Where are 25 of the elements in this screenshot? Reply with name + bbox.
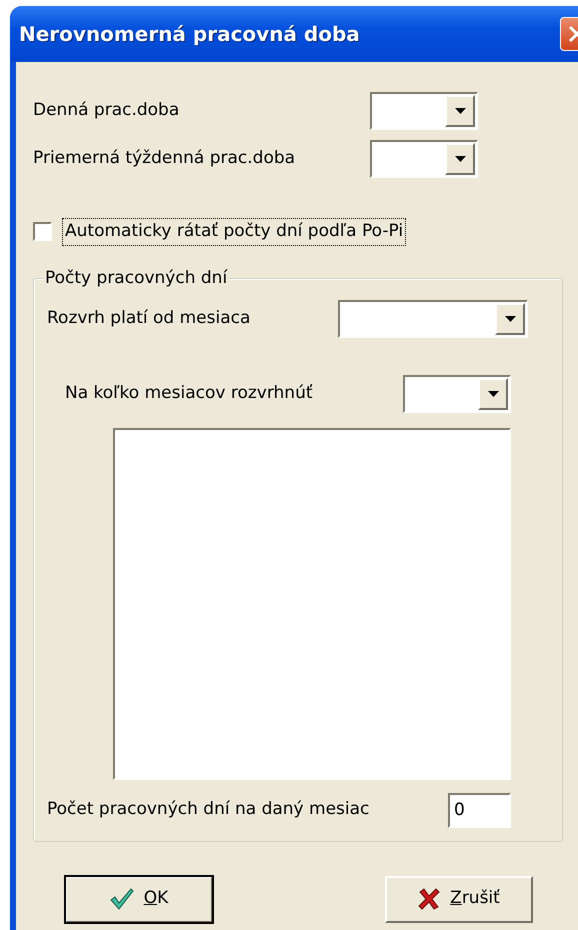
dropdown-button[interactable] [445, 143, 475, 175]
dropdown-button[interactable] [478, 378, 508, 410]
window-title: Nerovnomerná pracovná doba [19, 21, 360, 48]
ok-button[interactable]: OK [65, 876, 213, 922]
field-label: Na koľko mesiacov rozvrhnúť [65, 382, 314, 405]
dropdown-field[interactable] [370, 92, 478, 130]
dropdown-button[interactable] [445, 95, 475, 127]
dropdown-field[interactable] [370, 140, 478, 178]
input-field[interactable]: 0 [448, 792, 511, 828]
checkmark-icon [110, 888, 134, 910]
field-label: Priemerná týždenná prac.doba [33, 147, 296, 170]
dropdown-arrow-icon [454, 156, 466, 162]
checkbox[interactable] [33, 222, 52, 242]
dropdown-field[interactable] [403, 374, 511, 412]
cancel-button[interactable]: Zrušiť [385, 876, 533, 922]
field-label: Počet pracovných dní na daný mesiac [47, 798, 370, 822]
dropdown-field[interactable] [338, 300, 528, 338]
field-label: Denná prac.doba [33, 99, 180, 122]
dropdown-arrow-icon [454, 108, 466, 114]
dropdown-arrow-icon [504, 316, 516, 322]
cross-icon [418, 888, 440, 910]
dropdown-arrow-icon [488, 390, 498, 396]
dropdown-button[interactable] [495, 302, 525, 334]
checkbox-label[interactable]: Automaticky rátať počty dní podľa Po-Pi [62, 218, 406, 246]
field-label: Rozvrh platí od mesiaca [47, 306, 252, 330]
